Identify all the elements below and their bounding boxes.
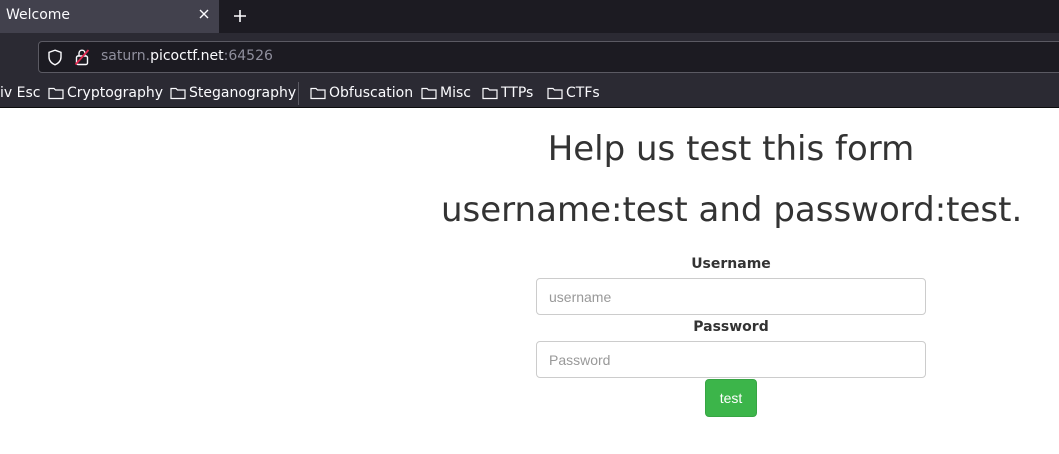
folder-icon	[48, 87, 64, 100]
username-input[interactable]	[536, 278, 926, 315]
nav-bar: saturn.picoctf.net:64526	[0, 33, 1059, 79]
url-host: picoctf.net	[150, 48, 224, 64]
url-subdomain: saturn.	[101, 48, 151, 64]
submit-button[interactable]: test	[705, 379, 757, 417]
bookmark-folder-steganography[interactable]: Steganography	[170, 84, 296, 102]
shield-icon[interactable]	[47, 49, 63, 66]
tab-title: Welcome	[6, 7, 71, 23]
folder-icon	[310, 87, 326, 100]
password-label: Password	[693, 319, 769, 335]
bookmark-label: Steganography	[189, 85, 297, 101]
bookmark-label: TTPs	[501, 85, 534, 101]
url-port: :64526	[223, 48, 273, 64]
page-subheading: username:test and password:test.	[441, 190, 1023, 230]
folder-icon	[421, 87, 437, 100]
bookmark-folder-ttps[interactable]: TTPs	[482, 84, 533, 102]
password-input[interactable]	[536, 341, 926, 378]
bookmark-priv-esc[interactable]: iv Esc	[0, 84, 40, 102]
page-heading: Help us test this form	[547, 129, 915, 169]
bookmark-separator	[298, 82, 299, 105]
folder-icon	[170, 87, 186, 100]
folder-icon	[547, 87, 563, 100]
close-icon[interactable]	[196, 6, 212, 22]
bookmark-folder-obfuscation[interactable]: Obfuscation	[310, 84, 413, 102]
bookmark-label: Cryptography	[67, 85, 164, 101]
bookmark-label: CTFs	[566, 85, 600, 101]
bookmark-label: Misc	[440, 85, 471, 101]
url-bar[interactable]: saturn.picoctf.net:64526	[38, 41, 1059, 73]
bookmarks-toolbar: iv Esc Cryptography Steganography Obfusc…	[0, 79, 1059, 108]
bookmark-folder-misc[interactable]: Misc	[421, 84, 471, 102]
bookmark-label: iv Esc	[0, 85, 41, 101]
url-text[interactable]: saturn.picoctf.net:64526	[101, 48, 273, 64]
username-label: Username	[691, 256, 771, 272]
tab-bar: Welcome	[0, 0, 1059, 33]
tab-welcome[interactable]: Welcome	[0, 0, 219, 33]
bookmark-label: Obfuscation	[329, 85, 414, 101]
bookmark-folder-cryptography[interactable]: Cryptography	[48, 84, 163, 102]
insecure-lock-icon[interactable]	[74, 48, 90, 66]
bookmark-folder-ctfs[interactable]: CTFs	[547, 84, 600, 102]
plus-icon[interactable]	[231, 7, 249, 25]
folder-icon	[482, 87, 498, 100]
